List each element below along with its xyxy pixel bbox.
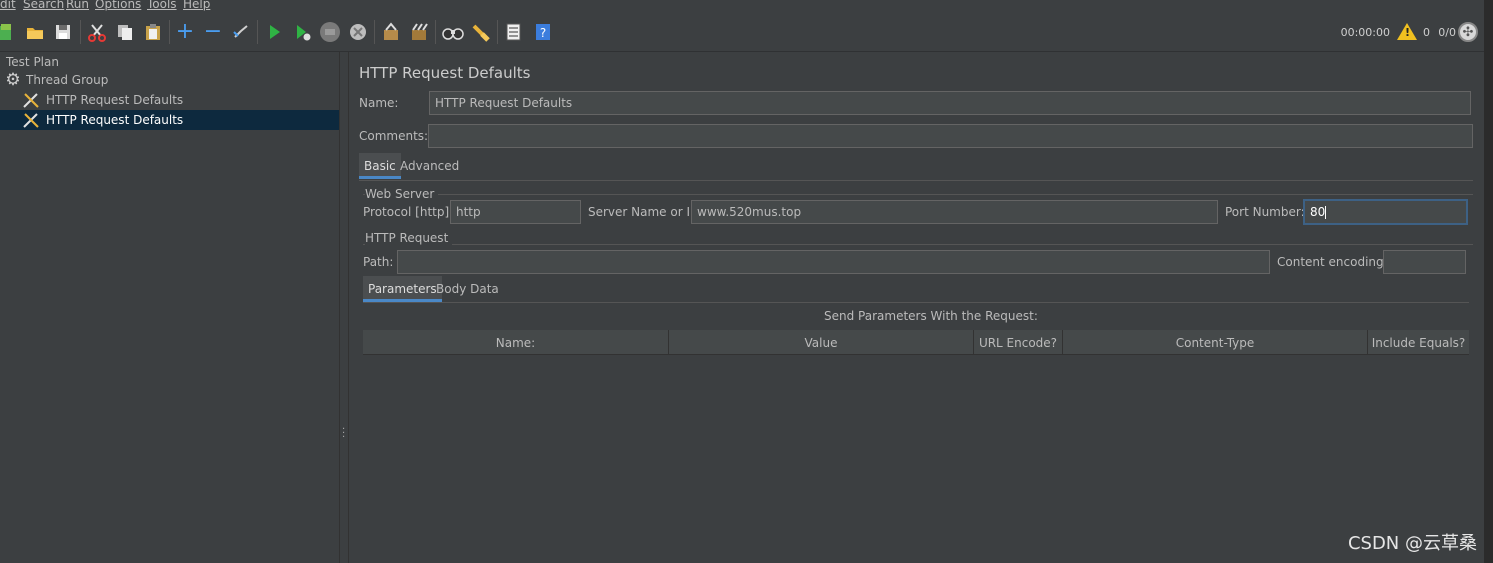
- column-header-url-encode[interactable]: URL Encode?: [974, 330, 1063, 355]
- clear-all-icon[interactable]: [408, 21, 430, 43]
- config-panel: HTTP Request Defaults Name: HTTP Request…: [349, 52, 1484, 563]
- tree-item-label: Thread Group: [26, 73, 109, 87]
- tree-item-label: HTTP Request Defaults: [46, 93, 184, 107]
- save-icon[interactable]: [52, 21, 74, 43]
- tab-body-data[interactable]: Body Data: [431, 276, 504, 302]
- help-icon[interactable]: ?: [532, 21, 554, 43]
- function-helper-icon[interactable]: [502, 21, 524, 43]
- config-tools-icon: [22, 111, 40, 129]
- copy-icon[interactable]: [114, 21, 136, 43]
- menu-run[interactable]: Run: [66, 0, 89, 11]
- open-folder-icon[interactable]: [24, 21, 46, 43]
- splitter-grip-icon[interactable]: · · ·: [342, 425, 345, 443]
- path-field[interactable]: [397, 250, 1270, 274]
- warning-count: 0: [1423, 26, 1430, 39]
- menu-tools[interactable]: Tools: [147, 0, 177, 11]
- params-caption: Send Parameters With the Request:: [824, 309, 1038, 323]
- toolbar: + − ? 00:00:00 ! 0 0/0 ✣: [0, 14, 1493, 52]
- port-field[interactable]: 80: [1303, 199, 1468, 225]
- protocol-field[interactable]: http: [450, 200, 581, 224]
- tree-item-http-defaults-1[interactable]: HTTP Request Defaults: [22, 90, 222, 110]
- column-header-content-type[interactable]: Content-Type: [1063, 330, 1368, 355]
- config-tools-icon: [22, 91, 40, 109]
- svg-text:?: ?: [540, 26, 546, 40]
- toggle-icon[interactable]: [230, 21, 252, 43]
- menu-edit[interactable]: dit: [0, 0, 16, 11]
- remote-engines-icon[interactable]: ✣: [1458, 22, 1478, 42]
- server-label: Server Name or IP:: [588, 205, 702, 219]
- protocol-label: Protocol [http]:: [363, 205, 454, 219]
- window-edge-scrollbar[interactable]: [1484, 0, 1493, 563]
- clear-icon[interactable]: [380, 21, 402, 43]
- menu-search[interactable]: Search: [23, 0, 64, 11]
- cut-icon[interactable]: [86, 21, 108, 43]
- active-threads-count: 0/0: [1438, 26, 1456, 39]
- menu-options[interactable]: Options: [95, 0, 141, 11]
- menu-bar: dit Search Run Options Tools Help: [0, 0, 1493, 14]
- port-value: 80: [1310, 205, 1326, 219]
- tree-item-thread-group[interactable]: ⚙ Thread Group: [4, 70, 204, 90]
- params-table-header: Name: Value URL Encode? Content-Type Inc…: [363, 330, 1469, 355]
- reset-search-icon[interactable]: [470, 21, 492, 43]
- watermark: CSDN @云草桑: [1347, 533, 1477, 554]
- port-label: Port Number:: [1225, 205, 1305, 219]
- encoding-label: Content encoding:: [1277, 255, 1388, 269]
- search-binoculars-icon[interactable]: [442, 21, 464, 43]
- elapsed-timer: 00:00:00: [1340, 26, 1390, 39]
- text-caret: [1325, 206, 1327, 219]
- test-plan-tree: Test Plan ⚙ Thread Group HTTP Request De…: [0, 52, 339, 563]
- start-icon[interactable]: [263, 21, 285, 43]
- stop-icon[interactable]: [319, 21, 341, 43]
- column-header-value[interactable]: Value: [669, 330, 974, 355]
- comments-field[interactable]: [428, 124, 1473, 148]
- tab-parameters[interactable]: Parameters: [363, 276, 442, 302]
- tree-item-label: Test Plan: [6, 55, 59, 69]
- comments-label: Comments:: [359, 129, 429, 143]
- path-label: Path:: [363, 255, 394, 269]
- name-label: Name:: [359, 96, 399, 110]
- collapse-all-icon[interactable]: −: [202, 21, 224, 43]
- name-field[interactable]: HTTP Request Defaults: [429, 91, 1471, 115]
- templates-icon[interactable]: [0, 21, 16, 43]
- tree-item-http-defaults-2[interactable]: HTTP Request Defaults: [0, 110, 339, 130]
- tree-item-label: HTTP Request Defaults: [46, 113, 184, 127]
- warning-mark: !: [1404, 26, 1410, 39]
- web-server-title: Web Server: [365, 187, 439, 201]
- start-no-pauses-icon[interactable]: [291, 21, 313, 43]
- tree-item-test-plan[interactable]: Test Plan: [6, 52, 206, 72]
- paste-icon[interactable]: [142, 21, 164, 43]
- menu-help[interactable]: Help: [183, 0, 210, 11]
- gear-icon: ⚙: [5, 70, 21, 90]
- column-header-name[interactable]: Name:: [363, 330, 669, 355]
- encoding-field[interactable]: [1383, 250, 1466, 274]
- pane-splitter[interactable]: [339, 52, 349, 563]
- server-field[interactable]: www.520mus.top: [691, 200, 1218, 224]
- http-request-title: HTTP Request: [365, 231, 453, 245]
- column-header-include-equals[interactable]: Include Equals?: [1368, 330, 1469, 355]
- tab-advanced[interactable]: Advanced: [395, 153, 464, 179]
- shutdown-icon[interactable]: [347, 21, 369, 43]
- panel-title: HTTP Request Defaults: [359, 64, 531, 82]
- expand-all-icon[interactable]: +: [174, 21, 196, 43]
